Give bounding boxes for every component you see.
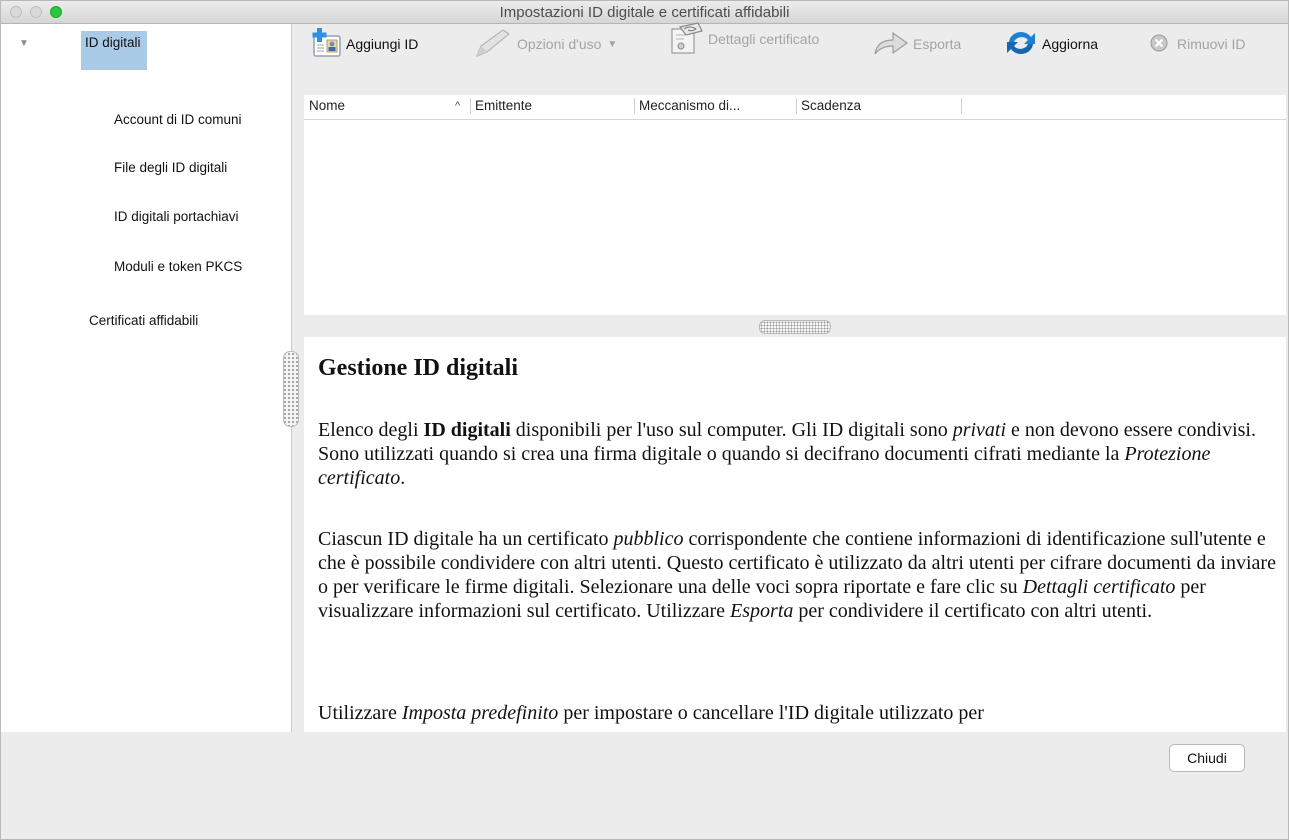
certificate-details-button[interactable]: Dettagli certificato	[670, 21, 820, 54]
help-heading: Gestione ID digitali	[318, 355, 519, 381]
add-id-icon	[310, 27, 342, 61]
sidebar-item-label: Moduli e token PKCS	[114, 259, 243, 274]
usage-options-button[interactable]: Opzioni d'uso ▼	[473, 28, 618, 57]
table-header: Nome ^ Emittente Meccanismo di... Scaden…	[304, 95, 1286, 120]
digital-id-list[interactable]: Nome ^ Emittente Meccanismo di... Scaden…	[304, 95, 1286, 315]
sidebar-resize-handle[interactable]	[283, 351, 299, 427]
add-id-label: Aggiungi ID	[346, 36, 419, 52]
footer	[1, 732, 1288, 839]
sidebar-item-label: Certificati affidabili	[89, 313, 199, 328]
remove-id-label: Rimuovi ID	[1177, 36, 1246, 52]
export-button[interactable]: Esporta	[873, 31, 961, 57]
window-title: Impostazioni ID digitale e certificati a…	[499, 4, 790, 21]
usage-options-label: Opzioni d'uso	[517, 36, 602, 52]
refresh-icon	[1004, 28, 1038, 61]
column-header-emittente[interactable]: Emittente	[475, 98, 532, 113]
remove-id-button[interactable]: Rimuovi ID	[1149, 31, 1245, 57]
help-paragraph-1: Elenco degli ID digitali disponibili per…	[318, 419, 1256, 489]
pencil-icon	[473, 28, 513, 61]
add-id-button[interactable]: Aggiungi ID	[310, 27, 419, 57]
sidebar: ▼ ID digitali Account di ID comuni File …	[1, 24, 292, 732]
sidebar-item-certificati-affidabili[interactable]: Certificati affidabili	[89, 313, 198, 328]
sidebar-item-label: File degli ID digitali	[114, 160, 228, 175]
sidebar-item-label: ID digitali	[85, 35, 141, 50]
refresh-button[interactable]: Aggiorna	[1004, 31, 1098, 57]
sidebar-item-file-id-digitali[interactable]: File degli ID digitali	[114, 160, 227, 175]
sidebar-item-id-digitali[interactable]: ID digitali	[81, 31, 147, 70]
window: Impostazioni ID digitale e certificati a…	[0, 0, 1289, 840]
sidebar-item-label: Account di ID comuni	[114, 112, 242, 127]
sidebar-item-account-id-comuni[interactable]: Account di ID comuni	[114, 112, 242, 127]
help-paragraph-3: Utilizzare Imposta predefinito per impos…	[318, 702, 984, 724]
sidebar-item-moduli-pkcs[interactable]: Moduli e token PKCS	[114, 259, 242, 274]
refresh-label: Aggiorna	[1042, 36, 1099, 52]
sidebar-item-id-portachiavi[interactable]: ID digitali portachiavi	[114, 209, 239, 224]
splitter-grip[interactable]	[759, 320, 831, 334]
column-header-scadenza[interactable]: Scadenza	[801, 98, 861, 113]
disclosure-triangle-icon[interactable]: ▼	[19, 38, 29, 49]
column-divider[interactable]	[796, 98, 797, 114]
column-divider[interactable]	[961, 98, 962, 114]
close-button[interactable]: Chiudi	[1169, 744, 1245, 772]
column-header-nome[interactable]: Nome	[309, 98, 345, 113]
export-label: Esporta	[913, 36, 962, 52]
help-paragraph-2: Ciascun ID digitale ha un certificato pu…	[318, 528, 1276, 622]
title-bar: Impostazioni ID digitale e certificati a…	[1, 1, 1288, 24]
remove-icon	[1149, 32, 1173, 57]
column-divider[interactable]	[634, 98, 635, 114]
column-divider[interactable]	[470, 98, 471, 114]
certificate-icon	[670, 21, 704, 58]
sidebar-item-label: ID digitali portachiavi	[114, 209, 239, 224]
sort-ascending-icon: ^	[455, 100, 461, 112]
dropdown-arrow-icon: ▼	[607, 38, 618, 50]
column-header-meccanismo[interactable]: Meccanismo di...	[639, 98, 740, 113]
certificate-details-label: Dettagli certificato	[708, 31, 820, 47]
pane-splitter[interactable]	[304, 315, 1286, 337]
help-panel: Gestione ID digitali Elenco degli ID dig…	[304, 337, 1286, 732]
export-arrow-icon	[873, 30, 909, 59]
